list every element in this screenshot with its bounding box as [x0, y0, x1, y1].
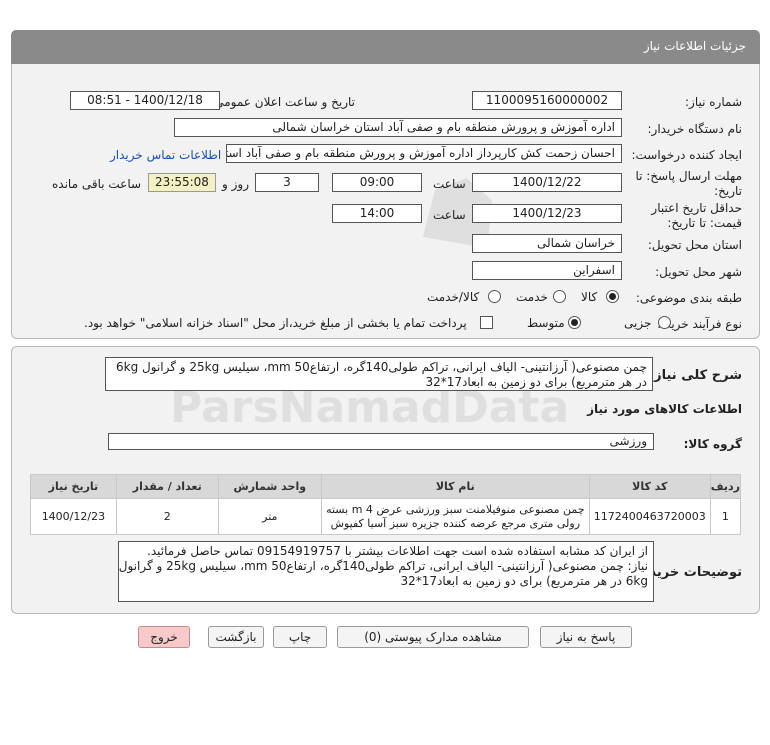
summary-label: شرح کلی نیاز: — [648, 368, 742, 383]
page-header: جزئیات اطلاعات نیاز — [11, 30, 760, 64]
days-label: روز و — [222, 177, 249, 191]
need-number-field: 1100095160000002 — [472, 91, 622, 110]
category-service-label: خدمت — [516, 290, 548, 304]
purchase-small-label: جزیی — [624, 316, 652, 330]
remaining-label: ساعت باقی مانده — [52, 177, 142, 191]
cell-unit: متر — [217, 498, 322, 535]
goods-info-title: اطلاعات کالاهای مورد نیاز — [587, 402, 742, 416]
contact-buyer-link[interactable]: اطلاعات تماس خریدار — [110, 148, 221, 162]
page-title: جزئیات اطلاعات نیاز — [643, 39, 746, 53]
requester-label: ایجاد کننده درخواست: — [631, 148, 742, 162]
th-row: ردیف — [709, 474, 742, 499]
purchase-medium-label: متوسط — [527, 316, 565, 330]
th-qty: تعداد / مقدار — [115, 474, 219, 499]
treasury-checkbox[interactable] — [480, 316, 493, 329]
cell-qty: 2 — [115, 498, 219, 535]
province-label: استان محل تحویل: — [647, 238, 742, 252]
deadline-date-field: 1400/12/22 — [472, 173, 622, 192]
validity-date-field: 1400/12/23 — [472, 204, 622, 223]
category-radio-goods-service[interactable] — [488, 290, 501, 303]
cell-code: 1172400463720003 — [588, 498, 711, 535]
city-label: شهر محل تحویل: — [655, 265, 742, 279]
deadline-label-2: تاریخ: — [714, 184, 742, 198]
th-name: نام کالا — [320, 474, 590, 499]
summary-field: چمن مصنوعی( آرزانتینی- الیاف ایرانی، ترا… — [105, 357, 653, 391]
buyer-notes-line-3: 6kg در هر مترمربع) برای دو زمین به ابعاد… — [400, 574, 648, 588]
category-goods-label: کالا — [581, 290, 598, 304]
exit-button[interactable]: خروج — [138, 626, 190, 648]
deadline-time-field: 09:00 — [332, 173, 422, 192]
category-radio-service[interactable] — [553, 290, 566, 303]
category-label: طبقه بندی موضوعی: — [635, 291, 742, 305]
announce-label: تاریخ و ساعت اعلان عمومی: — [210, 95, 355, 109]
cell-name: چمن مصنوعی منوفیلامنت سبز ورزشی عرض m 4 … — [320, 498, 590, 535]
th-date: تاریخ نیاز — [30, 474, 117, 499]
cell-date: 1400/12/23 — [30, 498, 117, 535]
goods-table: ردیف کد کالا نام کالا واحد شمارش تعداد /… — [30, 474, 742, 535]
validity-time-field: 14:00 — [332, 204, 422, 223]
requester-field: احسان زحمت کش کارپرداز اداره آموزش و پرو… — [226, 144, 622, 163]
buyer-notes-line-2: نیاز: چمن مصنوعی( آرزانتینی- الیاف ایران… — [118, 559, 648, 573]
deadline-label: مهلت ارسال پاسخ: تا — [635, 169, 742, 183]
buyer-notes-line-1: از ایران کد مشابه استفاده شده است جهت اط… — [147, 544, 648, 558]
category-radio-goods[interactable] — [606, 290, 619, 303]
days-field: 3 — [255, 173, 319, 192]
reply-button[interactable]: پاسخ به نیاز — [540, 626, 632, 648]
validity-label: حداقل تاریخ اعتبار — [651, 201, 742, 215]
need-number-label: شماره نیاز: — [685, 95, 742, 109]
attachments-button[interactable]: مشاهده مدارک پیوستی (0) — [337, 626, 529, 648]
remaining-time-field: 23:55:08 — [148, 173, 216, 192]
purchase-radio-medium[interactable] — [568, 316, 581, 329]
deadline-time-label: ساعت — [433, 177, 466, 191]
th-unit: واحد شمارش — [217, 474, 322, 499]
table-row: 1 1172400463720003 چمن مصنوعی منوفیلامنت… — [30, 498, 742, 535]
print-button[interactable]: چاپ — [273, 626, 327, 648]
th-code: کد کالا — [588, 474, 711, 499]
validity-time-label: ساعت — [433, 208, 466, 222]
group-field: ورزشی — [108, 433, 654, 450]
treasury-note: پرداخت تمام یا بخشی از مبلغ خرید،از محل … — [84, 316, 467, 330]
city-field: اسفراین — [472, 261, 622, 280]
cell-row: 1 — [709, 498, 742, 535]
purchase-radio-small[interactable] — [658, 316, 671, 329]
province-field: خراسان شمالی — [472, 234, 622, 253]
back-button[interactable]: بازگشت — [208, 626, 264, 648]
buyer-org-label: نام دستگاه خریدار: — [647, 122, 743, 136]
buyer-notes-field: از ایران کد مشابه استفاده شده است جهت اط… — [118, 541, 654, 602]
group-label: گروه کالا: — [683, 437, 742, 451]
buyer-org-field: اداره آموزش و پرورش منطقه بام و صفی آباد… — [174, 118, 622, 137]
category-goods-service-label: کالا/خدمت — [427, 290, 480, 304]
announce-field: 1400/12/18 - 08:51 — [70, 91, 220, 110]
validity-label-2: قیمت: تا تاریخ: — [667, 216, 742, 230]
